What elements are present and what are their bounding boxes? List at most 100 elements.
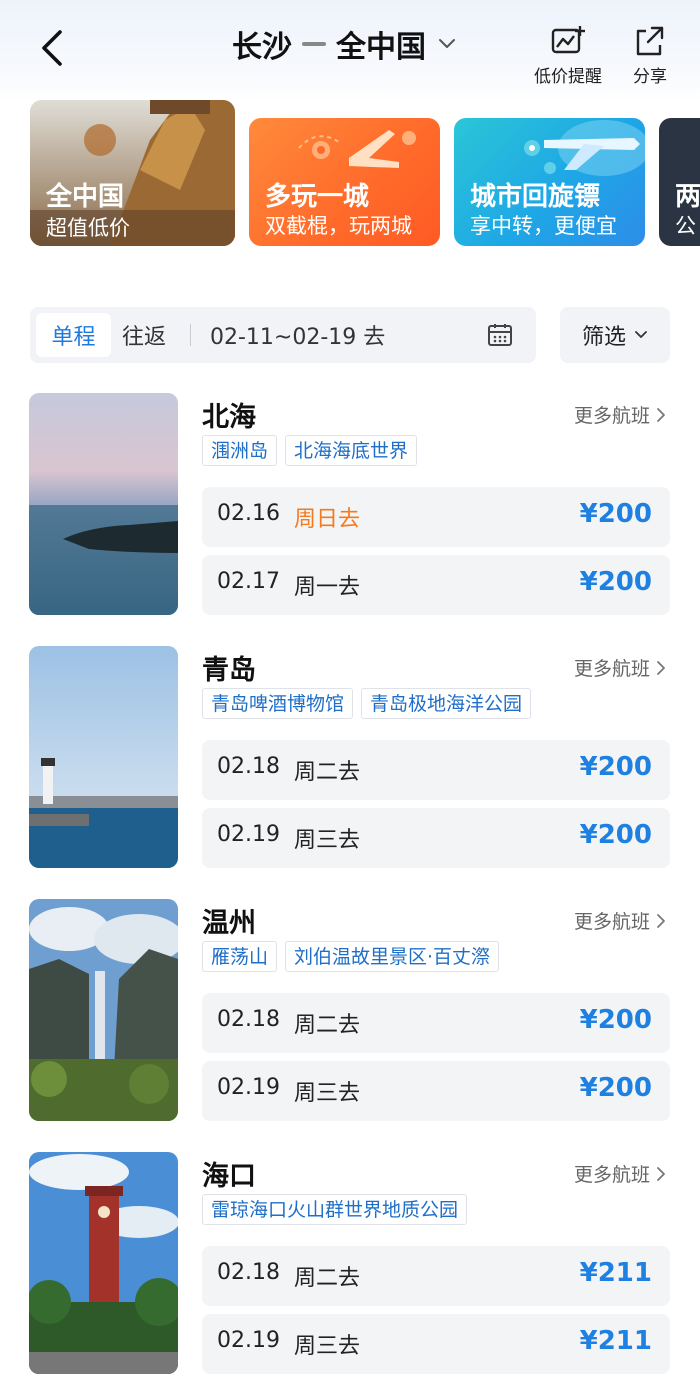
attraction-tag[interactable]: 青岛极地海洋公园 (361, 688, 532, 719)
share-label: 分享 (633, 67, 667, 87)
more-flights-link[interactable]: 更多航班 (574, 1160, 666, 1187)
fare-row[interactable]: 02.16 周日去 ¥200 (202, 487, 670, 547)
more-flights-link[interactable]: 更多航班 (574, 907, 666, 934)
tab-round-trip[interactable]: 往返 (122, 313, 166, 357)
theme-title: 城市回旋镖 (470, 182, 601, 212)
chevron-down-icon (635, 331, 647, 338)
fare-weekday: 周一去 (294, 575, 361, 600)
destination-card-qingdao[interactable]: 青岛 更多航班 青岛啤酒博物馆 青岛极地海洋公园 02.18 周二去 ¥200 … (0, 646, 700, 876)
fare-date: 02.19 (217, 822, 280, 847)
destination-card-haikou[interactable]: 海口 更多航班 雷琼海口火山群世界地质公园 02.18 周二去 ¥211 02.… (0, 1152, 700, 1382)
theme-carousel: 全中国 超值低价 多玩一城 双截棍，玩两城 城市回旋镖 享中转，更便宜 两 公 (30, 100, 700, 270)
chevron-right-icon (657, 913, 665, 928)
fare-row[interactable]: 02.17 周一去 ¥200 (202, 555, 670, 615)
calendar-icon[interactable] (487, 322, 513, 348)
lighthouse-image (29, 646, 178, 868)
theme-subtitle: 双截棍，玩两城 (265, 214, 412, 238)
theme-subtitle: 享中转，更便宜 (470, 214, 617, 238)
attraction-tag[interactable]: 北海海底世界 (285, 435, 418, 466)
date-range-selector[interactable]: 02-11~02-19 去 (210, 313, 385, 357)
fare-date: 02.18 (217, 1007, 280, 1032)
fare-date: 02.18 (217, 1260, 280, 1285)
divider (190, 324, 191, 346)
fare-price: ¥200 (579, 499, 652, 529)
fare-row[interactable]: 02.18 周二去 ¥211 (202, 1246, 670, 1306)
attraction-tags: 青岛啤酒博物馆 青岛极地海洋公园 (202, 688, 532, 719)
destination-card-wenzhou[interactable]: 温州 更多航班 雁荡山 刘伯温故里景区·百丈漈 02.18 周二去 ¥200 0… (0, 899, 700, 1129)
theme-card-all-china[interactable]: 全中国 超值低价 (30, 100, 235, 246)
back-button[interactable] (34, 26, 74, 70)
chevron-right-icon (657, 660, 665, 675)
fare-price: ¥211 (579, 1258, 652, 1288)
trip-type-and-date-bar: 单程 往返 02-11~02-19 去 (30, 307, 536, 363)
attraction-tags: 雷琼海口火山群世界地质公园 (202, 1194, 468, 1225)
fare-date: 02.17 (217, 569, 280, 594)
chevron-right-icon (657, 407, 665, 422)
more-flights-label: 更多航班 (573, 911, 650, 933)
fare-row[interactable]: 02.19 周三去 ¥211 (202, 1314, 670, 1374)
fare-row[interactable]: 02.18 周二去 ¥200 (202, 740, 670, 800)
destination-card-beihai[interactable]: 北海 更多航班 涠洲岛 北海海底世界 02.16 周日去 ¥200 02.17 … (0, 393, 700, 623)
fare-weekday: 周二去 (294, 1266, 361, 1291)
fare-date: 02.19 (217, 1075, 280, 1100)
share-icon (636, 26, 664, 56)
route-selector[interactable]: 长沙 全中国 (232, 22, 456, 66)
theme-subtitle: 公 (675, 214, 696, 238)
fare-row[interactable]: 02.18 周二去 ¥200 (202, 993, 670, 1053)
destination-photo (29, 393, 178, 615)
destination-photo (29, 1152, 178, 1374)
filter-button[interactable]: 筛选 (560, 307, 670, 363)
fare-row[interactable]: 02.19 周三去 ¥200 (202, 1061, 670, 1121)
origin-city: 长沙 (232, 30, 292, 65)
more-flights-label: 更多航班 (573, 658, 650, 680)
theme-title: 多玩一城 (265, 182, 370, 212)
theme-card-partial[interactable]: 两 公 (659, 118, 700, 246)
attraction-tag[interactable]: 涠洲岛 (202, 435, 278, 466)
fare-price: ¥200 (579, 820, 652, 850)
price-alert-label: 低价提醒 (534, 67, 602, 87)
top-nav-bar: 长沙 全中国 低价提醒 分享 (0, 0, 700, 100)
fare-price: ¥200 (579, 1073, 652, 1103)
attraction-tags: 雁荡山 刘伯温故里景区·百丈漈 (202, 941, 500, 972)
fare-weekday: 周二去 (294, 760, 361, 785)
theme-title: 两 (675, 182, 700, 212)
destination-name: 北海 (202, 402, 256, 433)
destination-name: 海口 (202, 1161, 256, 1192)
price-alert-button[interactable]: 低价提醒 (528, 24, 608, 87)
attraction-tag[interactable]: 雁荡山 (202, 941, 278, 972)
tab-one-way[interactable]: 单程 (36, 313, 111, 357)
destination-photo (29, 899, 178, 1121)
fare-price: ¥211 (579, 1326, 652, 1356)
attraction-tags: 涠洲岛 北海海底世界 (202, 435, 418, 466)
chevron-right-icon (657, 1166, 665, 1181)
fare-date: 02.18 (217, 754, 280, 779)
fare-price: ¥200 (579, 1005, 652, 1035)
destination-city: 全中国 (336, 30, 426, 65)
fare-weekday: 周日去 (294, 507, 361, 532)
back-arrow-icon (42, 30, 62, 66)
fare-weekday: 周三去 (294, 1081, 361, 1106)
share-button[interactable]: 分享 (620, 24, 680, 87)
fare-date: 02.19 (217, 1328, 280, 1353)
theme-subtitle: 超值低价 (46, 216, 130, 240)
attraction-tag[interactable]: 青岛啤酒博物馆 (202, 688, 354, 719)
theme-title: 全中国 (46, 182, 125, 212)
more-flights-label: 更多航班 (573, 1164, 650, 1186)
fare-row[interactable]: 02.19 周三去 ¥200 (202, 808, 670, 868)
fare-price: ¥200 (579, 752, 652, 782)
fare-weekday: 周二去 (294, 1013, 361, 1038)
clock-tower-image (29, 1152, 178, 1374)
fare-price: ¥200 (579, 567, 652, 597)
more-flights-link[interactable]: 更多航班 (574, 401, 666, 428)
attraction-tag[interactable]: 刘伯温故里景区·百丈漈 (285, 941, 500, 972)
theme-card-boomerang[interactable]: 城市回旋镖 享中转，更便宜 (454, 118, 645, 246)
price-alert-icon (551, 26, 585, 54)
more-flights-link[interactable]: 更多航班 (574, 654, 666, 681)
filter-label: 筛选 (581, 325, 626, 350)
attraction-tag[interactable]: 雷琼海口火山群世界地质公园 (202, 1194, 468, 1225)
destination-name: 青岛 (202, 655, 256, 686)
route-arrow-icon (302, 42, 326, 46)
more-flights-label: 更多航班 (573, 405, 650, 427)
waterfall-image (29, 899, 178, 1121)
theme-card-multi-city[interactable]: 多玩一城 双截棍，玩两城 (249, 118, 440, 246)
